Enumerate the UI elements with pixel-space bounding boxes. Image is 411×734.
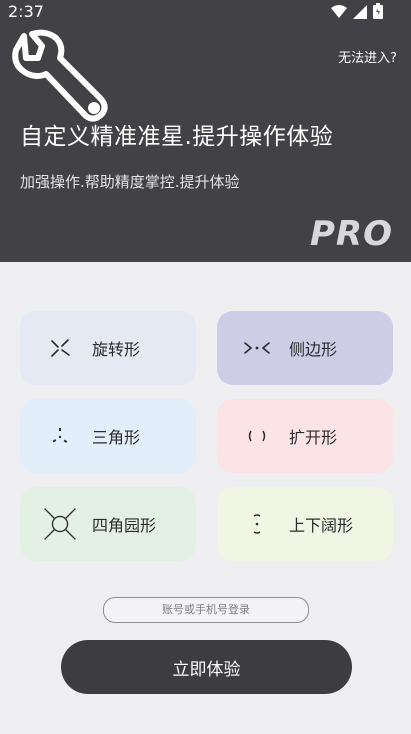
mode-label: 四角园形 <box>92 516 157 535</box>
account-login-input[interactable]: 账号或手机号登录 <box>103 597 309 623</box>
mode-label: 扩开形 <box>289 428 338 447</box>
status-icons <box>331 3 383 23</box>
start-button-label: 立即体验 <box>172 659 241 680</box>
status-time: 2:37 <box>8 2 44 21</box>
mode-card-side[interactable]: 侧边形 <box>217 311 393 385</box>
wifi-icon <box>331 4 347 23</box>
help-link[interactable]: 无法进入? <box>338 47 397 66</box>
start-experience-button[interactable]: 立即体验 <box>61 640 352 694</box>
mode-label: 侧边形 <box>289 340 338 359</box>
rotate-crosshair-icon <box>44 332 76 364</box>
mode-label: 三角形 <box>92 428 141 447</box>
pro-badge: PRO <box>309 214 393 254</box>
bracket-crosshair-icon <box>241 420 273 452</box>
status-bar: 2:37 <box>0 0 411 24</box>
mode-card-bracket[interactable]: 扩开形 <box>217 399 393 473</box>
triangle-crosshair-icon <box>44 420 76 452</box>
signal-icon <box>353 4 367 23</box>
mode-label: 上下阔形 <box>289 516 354 535</box>
header-banner: 2:37 无法进入? 自定义精准准星.提升操作体验 加强操作.帮助精度掌控.提升… <box>0 0 411 262</box>
mode-label: 旋转形 <box>92 340 141 359</box>
battery-icon <box>373 3 383 23</box>
side-crosshair-icon <box>241 332 273 364</box>
vertical-crosshair-icon <box>241 508 273 540</box>
mode-card-rotate[interactable]: 旋转形 <box>20 311 196 385</box>
mode-card-circle[interactable]: 四角园形 <box>20 487 196 561</box>
circle-crosshair-icon <box>44 508 76 540</box>
mode-card-triangle[interactable]: 三角形 <box>20 399 196 473</box>
wrench-icon <box>6 28 110 128</box>
mode-card-vertical[interactable]: 上下阔形 <box>217 487 393 561</box>
page-subtitle: 加强操作.帮助精度掌控.提升体验 <box>20 173 240 191</box>
page-title: 自定义精准准星.提升操作体验 <box>20 124 334 150</box>
